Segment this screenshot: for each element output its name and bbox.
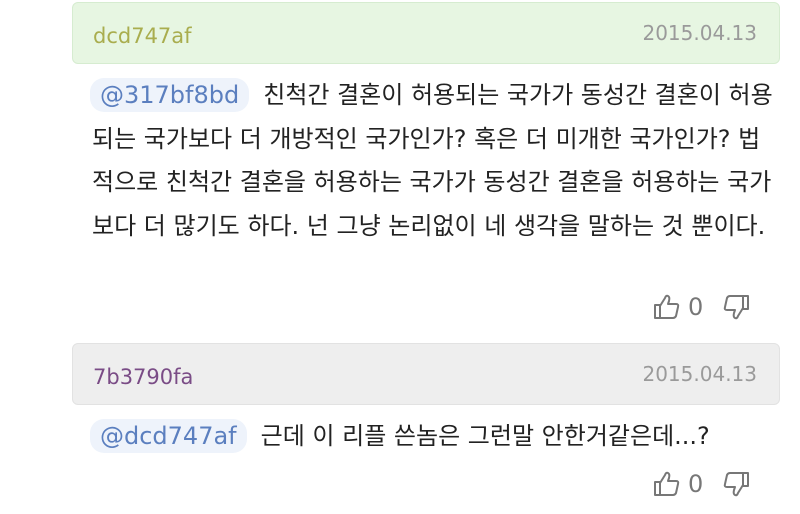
comment-date: 2015.04.13 (642, 362, 757, 386)
comment-author[interactable]: 7b3790fa (93, 364, 193, 390)
like-count: 0 (688, 293, 704, 321)
comment-header: dcd747af 2015.04.13 (72, 2, 780, 64)
mention-tag[interactable]: @dcd747af (90, 419, 247, 453)
mention-tag[interactable]: @317bf8bd (90, 78, 250, 112)
thumbs-up-icon[interactable] (652, 292, 682, 322)
comment-date: 2015.04.13 (642, 21, 757, 45)
thumbs-up-icon[interactable] (652, 469, 682, 499)
comment-author[interactable]: dcd747af (93, 23, 192, 49)
like-count: 0 (688, 470, 704, 498)
comment-header: 7b3790fa 2015.04.13 (72, 343, 780, 405)
comment-body: @dcd747af 근데 이 리플 쓴놈은 그런말 안한거같은데...? (90, 415, 782, 459)
comment-votes: 0 (652, 290, 751, 324)
comment-votes: 0 (652, 467, 751, 501)
thumbs-down-icon[interactable] (721, 292, 751, 322)
comment-body: @317bf8bd 친척간 결혼이 허용되는 국가가 동성간 결혼이 허용되는 국… (90, 74, 782, 248)
thumbs-down-icon[interactable] (721, 469, 751, 499)
comment-text: 근데 이 리플 쓴놈은 그런말 안한거같은데...? (260, 422, 710, 450)
